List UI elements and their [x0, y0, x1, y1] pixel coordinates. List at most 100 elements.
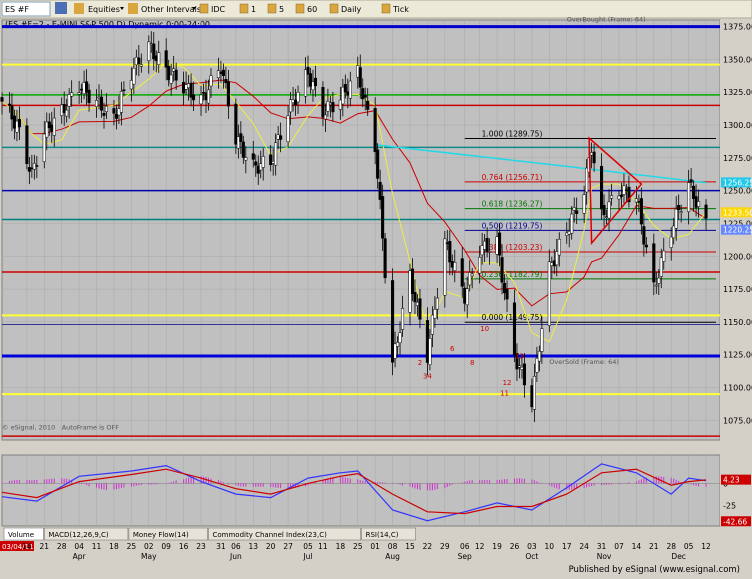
candle-body [224, 79, 228, 84]
candle-body [485, 237, 489, 253]
candle-body [425, 320, 429, 363]
date-tick-label: 14 [22, 542, 32, 551]
candle-body [174, 69, 178, 81]
candle-body [393, 343, 397, 359]
candle-body [644, 244, 648, 248]
candle-body [381, 196, 385, 239]
month-label: Oct [525, 552, 538, 561]
grid-icon[interactable] [55, 2, 67, 14]
interval-button[interactable]: 60 [307, 5, 317, 14]
candle-body [94, 100, 99, 108]
folder-icon[interactable] [128, 3, 138, 14]
date-tick-label: 28 [666, 542, 676, 551]
candle-body [470, 273, 474, 277]
candle-body [102, 113, 106, 116]
candle-body [697, 201, 701, 207]
candle-body [308, 73, 313, 87]
interval-button[interactable]: 5 [279, 5, 284, 14]
candle-body [410, 268, 415, 294]
interval-button[interactable]: Daily [341, 5, 362, 14]
date-tick-label: 14 [632, 542, 642, 551]
date-tick-label: 28 [57, 542, 67, 551]
interval-icon[interactable] [295, 3, 305, 14]
candle-body [326, 101, 330, 112]
count-label: 2 [418, 359, 422, 367]
candle-body [391, 280, 395, 363]
candle-body [465, 288, 469, 306]
candle-body [87, 89, 91, 104]
interval-icon[interactable] [267, 3, 277, 14]
folder-icon[interactable] [74, 3, 84, 14]
candle-body [149, 43, 153, 45]
candle-body [679, 211, 683, 213]
candle-body [189, 82, 193, 98]
candle-body [415, 301, 420, 306]
candle-body [535, 358, 539, 373]
indicator-tab-label: Money Flow(14) [133, 531, 189, 539]
candle-body [609, 195, 614, 199]
candle-body [575, 210, 579, 214]
count-label: 10 [480, 325, 489, 333]
interval-button[interactable]: Tick [392, 5, 409, 14]
count-label: 34 [423, 372, 432, 380]
price-tick-label: 1325.00 [723, 88, 752, 97]
indicator-tick-label: -25 [723, 502, 736, 511]
candle-body [313, 77, 318, 87]
candle-body [642, 226, 646, 245]
candle-body [114, 113, 118, 119]
candle-body [47, 121, 51, 128]
candle-body [654, 284, 658, 287]
candle-body [122, 89, 126, 92]
interval-icon[interactable] [239, 3, 249, 14]
candle-body [537, 350, 541, 362]
candle-body [192, 94, 196, 101]
interval-icon[interactable] [199, 3, 209, 14]
candle-body [236, 136, 240, 149]
candle-body [172, 68, 176, 72]
month-label: Dec [671, 552, 686, 561]
candle-body [294, 99, 298, 106]
chart-annotation: OverSold (Frame: 64) [549, 358, 619, 366]
candle-body [662, 250, 666, 262]
interval-button[interactable]: IDC [211, 5, 226, 14]
candle-body [157, 52, 161, 65]
date-tick-label: 31 [597, 542, 607, 551]
candle-body [557, 238, 561, 256]
candle-body [592, 151, 596, 164]
candle-body [209, 75, 213, 87]
last-price-label: 1256.25 [723, 178, 752, 187]
candle-body [7, 103, 12, 106]
count-label: 13 [515, 353, 524, 361]
date-tick-label: 27 [283, 542, 293, 551]
candle-body [42, 133, 46, 163]
candle-body [119, 91, 123, 113]
candle-body [17, 118, 21, 128]
candle-body [672, 225, 676, 239]
other-intervals-menu[interactable]: Other Intervals [141, 5, 201, 14]
candle-body [204, 92, 208, 101]
price-tick-label: 1375.00 [723, 23, 752, 32]
fib-label: 0.382 (1203.23) [482, 243, 543, 252]
candle-body [430, 314, 434, 335]
candle-body [689, 179, 693, 183]
candle-body [522, 363, 526, 386]
candle-body [30, 167, 34, 170]
candle-body [540, 328, 544, 352]
interval-icon[interactable] [329, 3, 339, 14]
indicator-tab-label: MACD(12,26,9,C) [48, 531, 109, 539]
candle-body [239, 133, 243, 142]
candle-body [495, 236, 499, 255]
equities-menu[interactable]: Equities [88, 5, 120, 14]
candle-body [413, 292, 417, 303]
candle-body [567, 230, 571, 235]
candle-body [67, 94, 71, 107]
candle-body [348, 80, 352, 99]
interval-button[interactable]: 1 [251, 5, 256, 14]
candle-body [82, 82, 86, 94]
candle-body [488, 251, 492, 253]
price-tick-label: 1100.00 [723, 384, 752, 393]
candle-body [463, 287, 467, 304]
interval-icon[interactable] [381, 3, 391, 14]
count-label: 6 [450, 345, 455, 353]
candle-body [634, 198, 638, 203]
